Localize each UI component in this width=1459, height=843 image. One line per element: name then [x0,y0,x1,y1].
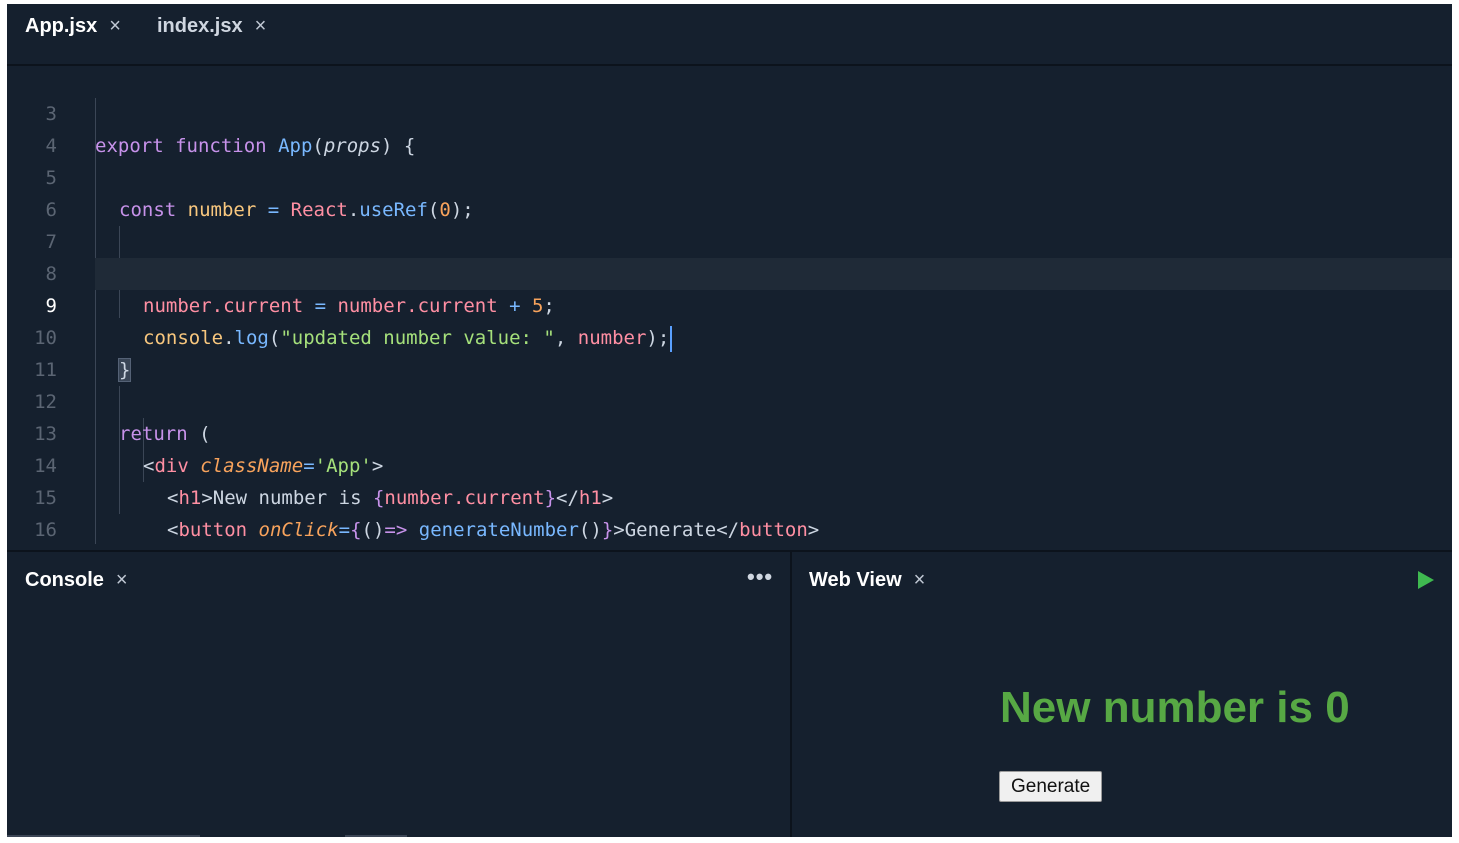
code-line: 4 [7,98,1452,157]
code-line: 3 export function App(props) { [7,66,1452,157]
close-icon[interactable]: × [914,569,926,592]
line-number: 8 [45,263,57,285]
scrollbar[interactable] [7,835,200,837]
code-line: 16 </div> [7,482,1452,573]
close-icon[interactable]: × [116,569,128,592]
code-line-active: 9 console.log("updated number value: ", … [46,258,1452,352]
console-title: Console [25,569,104,591]
tab-label: App.jsx [25,14,98,37]
run-icon[interactable] [1418,571,1434,589]
code-line: 7 const generateNumber = () => { [7,194,1452,286]
ide-window: App.jsx × index.jsx × 3 export function … [7,4,1452,837]
rendered-heading: New number is 0 [1000,683,1350,732]
code-line: 11 [7,322,1452,381]
webview-tab[interactable]: Web View × [809,569,925,592]
code-line: 12 return ( [7,354,1452,445]
console-tab[interactable]: Console × [25,569,128,592]
close-icon[interactable]: × [255,15,267,38]
code-line: 17 ); [7,514,1452,605]
code-line: 6 [7,162,1452,221]
code-line: 15 <button onClick={()=> generateNumber(… [7,450,1452,541]
code-line: 14 <h1>New number is {number.current}</h… [7,418,1452,509]
webview-title: Web View [809,569,902,591]
code-line: 8 number.current = number.current + 5; [7,226,1452,317]
tab-label: index.jsx [157,14,243,37]
code-line: 10 } [7,290,1452,382]
editor-tab-bar: App.jsx × index.jsx × [7,4,1452,66]
webview-panel: Web View × New number is 0 Generate [792,552,1452,837]
code-line: 5 const number = React.useRef(0); [7,130,1452,221]
generate-button[interactable]: Generate [999,771,1103,802]
tab-index-jsx[interactable]: index.jsx × [157,15,266,37]
code-editor[interactable]: 3 export function App(props) { 4 5 const… [7,66,1452,605]
close-icon[interactable]: × [109,15,121,38]
scrollbar[interactable] [345,835,407,837]
code-line: 13 <div className='App'> [7,386,1452,477]
more-options-icon[interactable]: ••• [747,564,773,590]
console-panel: Console × ••• [7,552,792,837]
tab-app-jsx[interactable]: App.jsx × [25,15,121,37]
